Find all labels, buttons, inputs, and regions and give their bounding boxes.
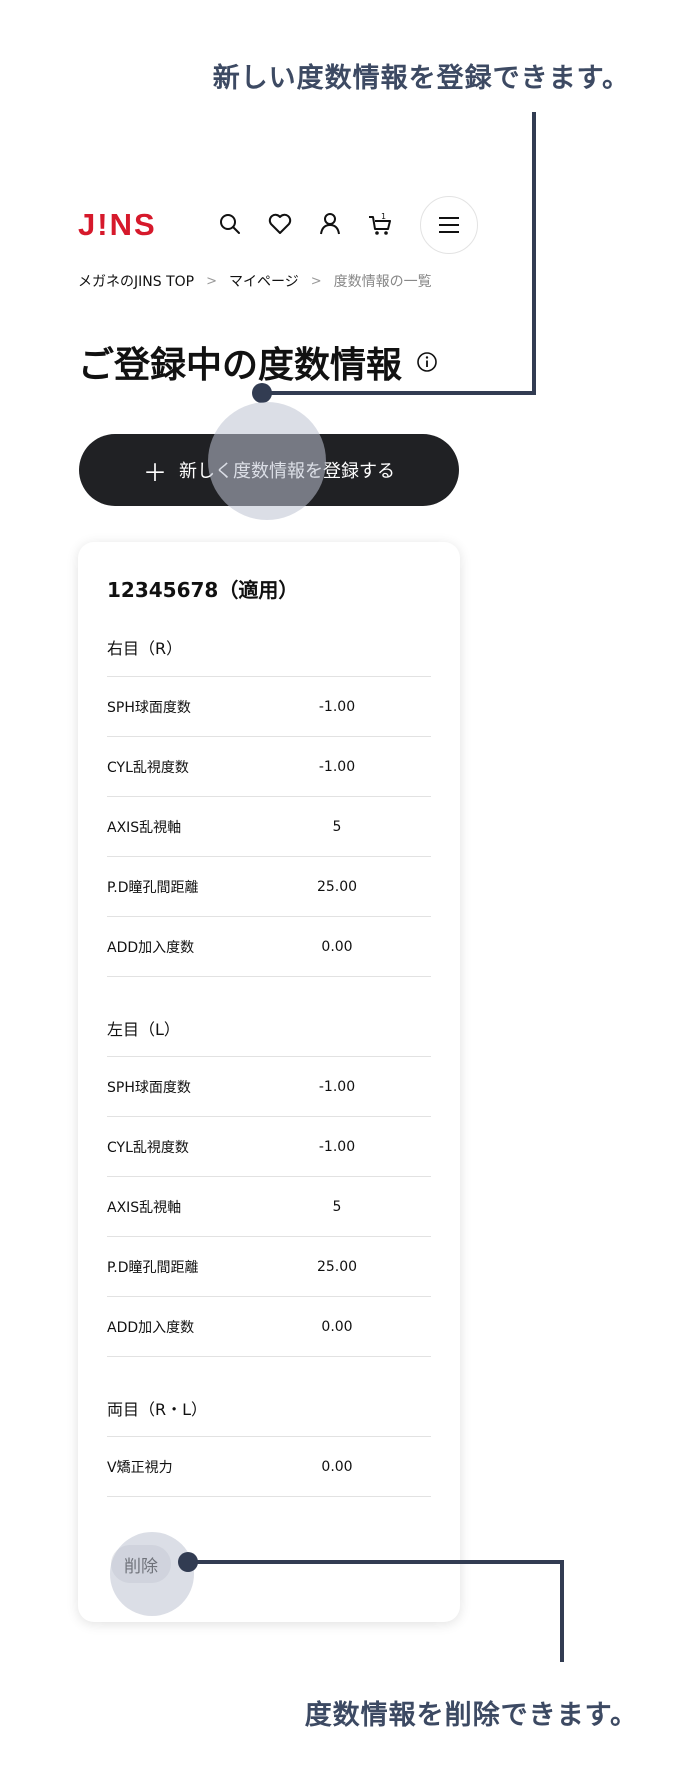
row-value: 5	[332, 1198, 342, 1215]
annotation-line	[560, 1560, 564, 1662]
row-label: V矯正視力	[107, 1459, 173, 1476]
row-label: SPH球面度数	[107, 1079, 191, 1096]
plus-icon: ＋	[143, 458, 167, 487]
row-label: SPH球面度数	[107, 699, 191, 716]
table-row: CYL乱視度数 -1.00	[107, 1116, 431, 1176]
row-value: 5	[332, 818, 342, 835]
row-value: 0.00	[321, 1458, 353, 1475]
cart-icon[interactable]: 1	[366, 210, 394, 238]
row-label: P.D瞳孔間距離	[107, 879, 199, 896]
row-value: 0.00	[321, 938, 353, 955]
breadcrumb-item-mypage[interactable]: マイページ	[229, 271, 299, 291]
row-label: AXIS乱視軸	[107, 819, 182, 836]
breadcrumb-item-top[interactable]: メガネのJINS TOP	[78, 271, 194, 291]
divider	[107, 1356, 431, 1357]
row-value: 25.00	[316, 878, 358, 895]
breadcrumb-separator: >	[206, 273, 217, 289]
table-row: AXIS乱視軸 5	[107, 796, 431, 856]
row-value: -1.00	[318, 698, 356, 715]
section-right-eye: 右目（R）	[107, 639, 183, 658]
row-label: CYL乱視度数	[107, 759, 189, 776]
annotation-register: 新しい度数情報を登録できます。	[212, 63, 630, 94]
cart-count: 1	[381, 212, 386, 221]
annotation-line	[532, 112, 536, 394]
table-row: SPH球面度数 -1.00	[107, 676, 431, 736]
row-value: -1.00	[318, 758, 356, 775]
table-row: ADD加入度数 0.00	[107, 1296, 431, 1356]
annotation-delete: 度数情報を削除できます。	[304, 1700, 638, 1731]
section-both-eyes: 両目（R・L）	[107, 1400, 208, 1419]
table-row: ADD加入度数 0.00	[107, 916, 431, 976]
table-row: CYL乱視度数 -1.00	[107, 736, 431, 796]
page-title: ご登録中の度数情報	[78, 336, 438, 388]
tap-highlight	[110, 1532, 194, 1616]
table-row: P.D瞳孔間距離 25.00	[107, 1236, 431, 1296]
row-value: -1.00	[318, 1138, 356, 1155]
divider	[107, 976, 431, 977]
row-value: 0.00	[321, 1318, 353, 1335]
tap-highlight	[208, 402, 326, 520]
prescription-title: 12345678（適用）	[107, 578, 299, 602]
table-row: P.D瞳孔間距離 25.00	[107, 856, 431, 916]
table-row: AXIS乱視軸 5	[107, 1176, 431, 1236]
table-row: SPH球面度数 -1.00	[107, 1056, 431, 1116]
row-label: ADD加入度数	[107, 939, 195, 956]
divider	[107, 1496, 431, 1497]
page-title-text: ご登録中の度数情報	[78, 345, 403, 386]
menu-icon	[439, 217, 459, 233]
row-label: AXIS乱視軸	[107, 1199, 182, 1216]
section-left-eye: 左目（L）	[107, 1020, 180, 1039]
row-label: P.D瞳孔間距離	[107, 1259, 199, 1276]
breadcrumb: メガネのJINS TOP > マイページ > 度数情報の一覧	[78, 271, 432, 291]
jins-logo[interactable]: J!NS	[78, 207, 157, 243]
row-label: ADD加入度数	[107, 1319, 195, 1336]
prescription-card: 12345678（適用） 右目（R） SPH球面度数 -1.00 CYL乱視度数…	[78, 542, 460, 1622]
menu-button[interactable]	[420, 196, 478, 254]
row-value: -1.00	[318, 1078, 356, 1095]
row-value: 25.00	[316, 1258, 358, 1275]
breadcrumb-separator: >	[310, 273, 322, 289]
row-label: CYL乱視度数	[107, 1139, 189, 1156]
annotation-line	[262, 391, 536, 395]
breadcrumb-item-current: 度数情報の一覧	[333, 274, 432, 290]
table-row: V矯正視力 0.00	[107, 1436, 431, 1496]
user-icon[interactable]	[316, 210, 344, 238]
info-icon[interactable]	[416, 351, 438, 373]
heart-icon[interactable]	[266, 210, 294, 238]
search-icon[interactable]	[216, 210, 244, 238]
annotation-line	[188, 1560, 564, 1564]
